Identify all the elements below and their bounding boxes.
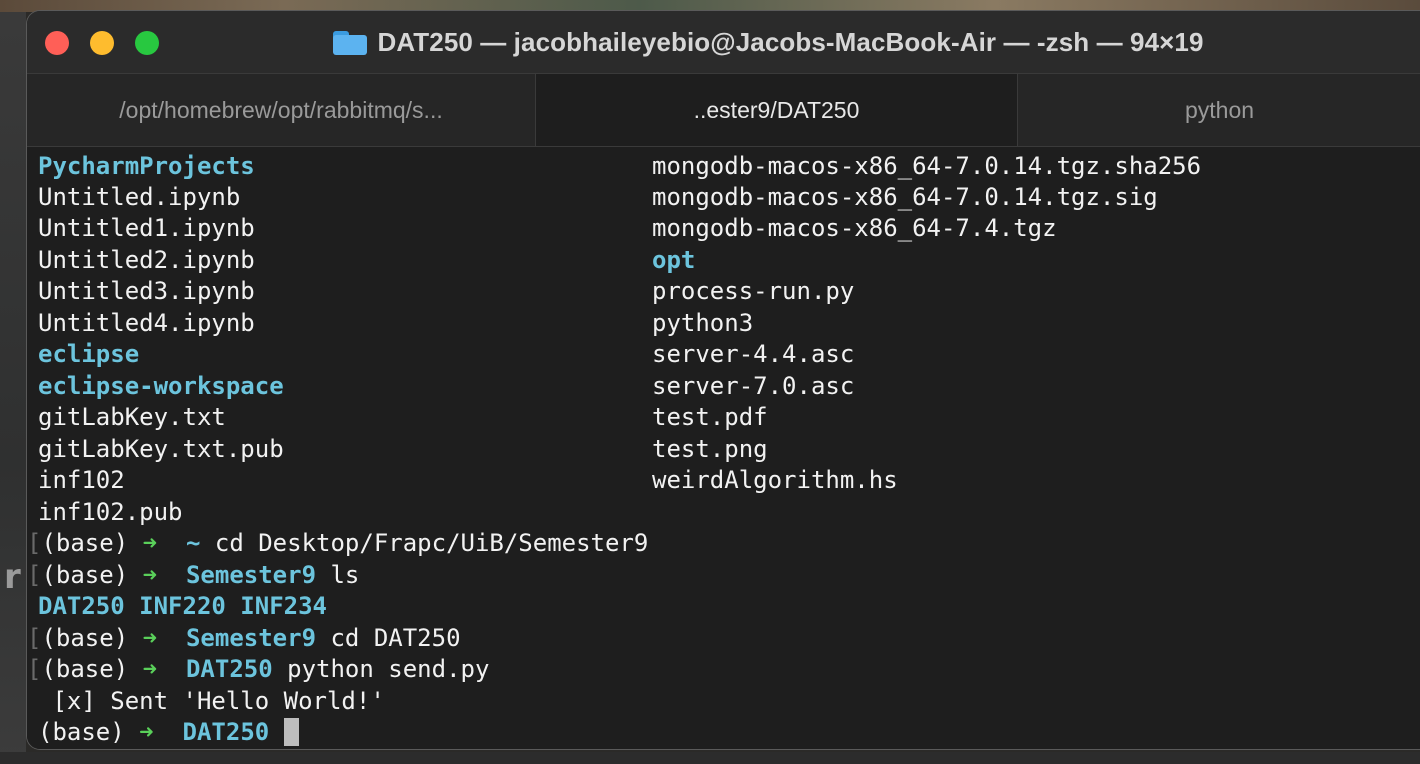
prompt-dir: DAT250 [182,718,270,746]
prompt-mark: [ [27,624,42,652]
listing-entry-file: gitLabKey.txt.pub [38,435,284,463]
listing-entry-file: process-run.py [652,277,855,305]
prompt-line: [(base) ➜ ~ cd Desktop/Frapc/UiB/Semeste… [27,528,648,559]
prompt-command: cd Desktop/Frapc/UiB/Semester9 [214,529,649,557]
listing-entry-file: server-7.0.asc [652,372,855,400]
prompt-command: cd DAT250 [330,624,461,652]
window-title: DAT250 — jacobhaileyebio@Jacobs-MacBook-… [377,26,1204,57]
active-prompt-line[interactable]: (base) ➜ DAT250 [38,717,299,748]
listing-entry-file: gitLabKey.txt [38,403,226,431]
prompt-line: [(base) ➜ DAT250 python send.py [27,654,489,685]
listing-entry-file: inf102 [38,466,125,494]
listing-entry-file: server-4.4.asc [652,340,855,368]
tab-label: python [1184,96,1255,123]
folder-icon [333,29,368,55]
listing-entry-dir: opt [652,246,696,274]
tab-label: ..ester9/DAT250 [693,96,860,123]
prompt-mark: [ [27,529,42,557]
listing-entry-file: python3 [652,309,754,337]
prompt-mark: [ [27,655,42,683]
tab-label: /opt/homebrew/opt/rabbitmq/s... [119,96,443,123]
prompt-env: (base) [38,718,125,746]
listing-entry-file: Untitled1.ipynb [38,214,255,242]
listing-entry-file: inf102.pub [38,498,183,526]
prompt-arrow: ➜ [139,718,154,746]
listing-entry-file: mongodb-macos-x86_64-7.4.tgz [652,214,1057,242]
prompt-command: ls [330,561,360,589]
prompt-dir: Semester9 [185,624,317,652]
desktop-bottom-edge [0,752,1420,764]
prompt-dir: Semester9 [185,561,317,589]
prompt-line: [(base) ➜ Semester9 ls [27,560,359,591]
listing-entry-file: test.pdf [652,403,768,431]
listing-entry-dir: eclipse [38,340,140,368]
prompt-arrow: ➜ [142,561,158,589]
prompt-env: (base) [41,624,129,652]
prompt-env: (base) [41,561,129,589]
listing-entry-file: mongodb-macos-x86_64-7.0.14.tgz.sig [652,183,1158,211]
prompt-mark: [ [27,561,42,589]
listing-entry-file: Untitled2.ipynb [38,246,255,274]
ls-output-dirs: DAT250 INF220 INF234 [38,592,327,620]
listing-entry-file: weirdAlgorithm.hs [652,466,898,494]
title-bar[interactable]: DAT250 — jacobhaileyebio@Jacobs-MacBook-… [27,11,1420,73]
terminal-content[interactable]: PycharmProjects Untitled.ipynb Untitled1… [27,147,1420,749]
text-cursor [283,717,299,746]
tab-bar: /opt/homebrew/opt/rabbitmq/s... ..ester9… [27,73,1420,147]
listing-entry-dir: eclipse-workspace [38,372,284,400]
listing-entry-dir: PycharmProjects [38,152,255,180]
prompt-dir: DAT250 [185,655,273,683]
prompt-command: python send.py [287,655,490,683]
terminal-window: DAT250 — jacobhaileyebio@Jacobs-MacBook-… [26,10,1420,750]
program-output: [x] Sent 'Hello World!' [38,687,385,715]
prompt-env: (base) [41,529,129,557]
prompt-arrow: ➜ [142,655,158,683]
prompt-arrow: ➜ [142,624,158,652]
prompt-env: (base) [41,655,129,683]
tab-dat250-active[interactable]: ..ester9/DAT250 [536,74,1018,146]
listing-entry-file: Untitled4.ipynb [38,309,255,337]
prompt-dir: ~ [185,529,201,557]
prompt-arrow: ➜ [142,529,158,557]
listing-entry-file: mongodb-macos-x86_64-7.0.14.tgz.sha256 [652,152,1202,180]
listing-entry-file: Untitled.ipynb [38,183,241,211]
desktop-left-edge-glyph: r [4,557,21,597]
listing-entry-file: Untitled3.ipynb [38,277,255,305]
window-title-area: DAT250 — jacobhaileyebio@Jacobs-MacBook-… [27,11,1420,73]
desktop-left-edge: r [0,12,26,764]
listing-entry-file: test.png [652,435,768,463]
tab-python[interactable]: python [1018,74,1420,146]
tab-rabbitmq[interactable]: /opt/homebrew/opt/rabbitmq/s... [27,74,536,146]
prompt-line: [(base) ➜ Semester9 cd DAT250 [27,623,461,654]
